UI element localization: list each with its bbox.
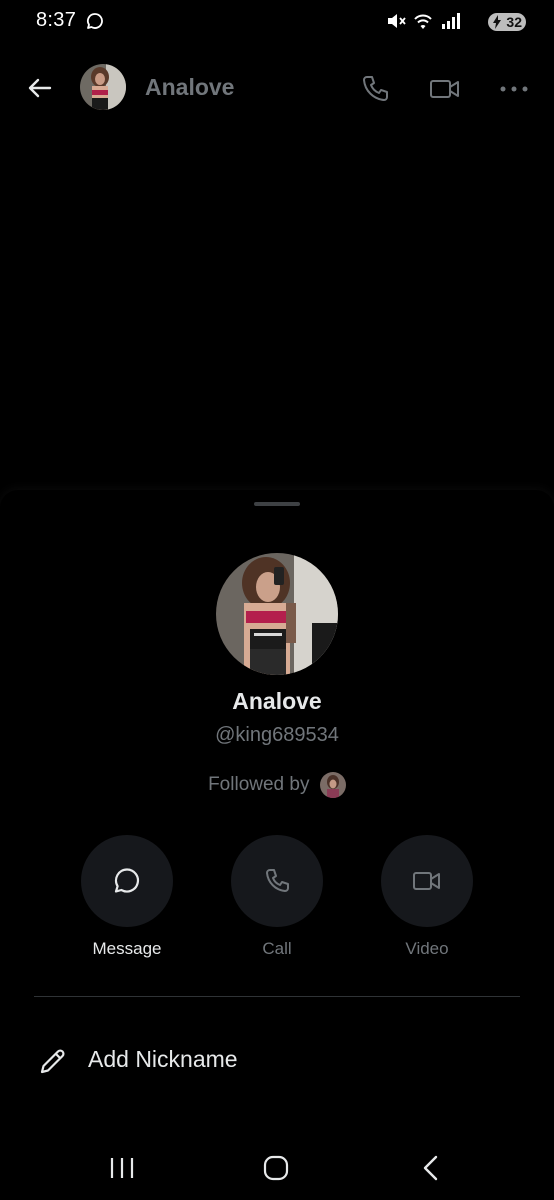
drag-handle[interactable] xyxy=(254,502,300,506)
message-bubble-icon xyxy=(114,868,139,893)
recents-icon[interactable] xyxy=(102,1152,142,1184)
back-icon[interactable] xyxy=(412,1152,452,1184)
status-time: 8:37 xyxy=(36,9,77,31)
call-action: Call xyxy=(231,835,323,959)
add-nickname-label: Add Nickname xyxy=(88,1046,238,1072)
mute-icon xyxy=(386,10,406,37)
home-icon[interactable] xyxy=(256,1152,296,1184)
conversation-header: Analove xyxy=(0,58,554,118)
phone-icon[interactable] xyxy=(358,72,392,106)
video-icon[interactable] xyxy=(428,72,462,106)
header-name: Analove xyxy=(145,74,235,100)
video-label: Video xyxy=(405,939,449,958)
follower-avatar[interactable] xyxy=(319,772,346,798)
profile-name: Analove xyxy=(232,688,322,714)
divider xyxy=(34,996,520,997)
chat-bubble-icon xyxy=(86,12,104,35)
profile-avatar[interactable] xyxy=(216,553,338,675)
followed-by-row[interactable]: Followed by xyxy=(0,772,554,800)
back-arrow-icon[interactable] xyxy=(24,72,56,104)
battery-charging-icon: 32 xyxy=(488,13,526,31)
profile-handle: @king689534 xyxy=(215,724,339,746)
video-icon xyxy=(413,872,440,890)
message-label: Message xyxy=(92,939,162,958)
wifi-icon xyxy=(412,10,434,37)
signal-icon xyxy=(440,10,462,37)
message-action: Message xyxy=(81,835,173,959)
status-bar: 8:37 32 xyxy=(0,0,554,44)
message-button[interactable] xyxy=(81,835,173,927)
system-nav-bar xyxy=(0,1140,554,1200)
call-button[interactable] xyxy=(231,835,323,927)
more-icon[interactable] xyxy=(497,72,531,106)
profile-sheet: Analove @king689534 Followed by Message … xyxy=(0,490,554,1200)
add-nickname-row[interactable]: Add Nickname xyxy=(0,1038,554,1086)
video-button[interactable] xyxy=(381,835,473,927)
pencil-icon xyxy=(38,1046,68,1081)
call-label: Call xyxy=(262,939,292,958)
battery-level: 32 xyxy=(506,14,522,30)
phone-icon xyxy=(266,869,289,892)
video-action: Video xyxy=(381,835,473,959)
followed-by-label: Followed by xyxy=(208,774,310,795)
header-avatar[interactable] xyxy=(80,64,126,110)
